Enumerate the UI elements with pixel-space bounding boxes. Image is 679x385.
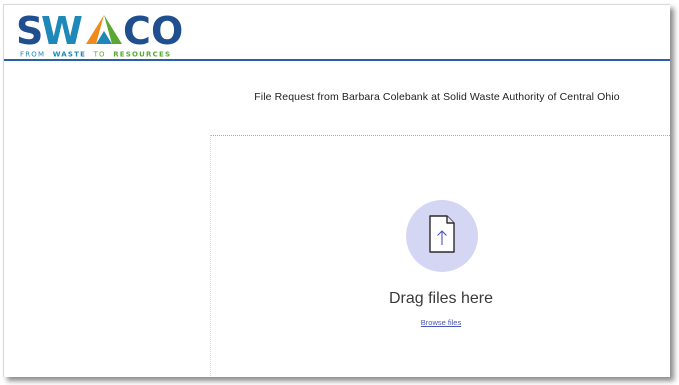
logo-tagline-waste: WASTE xyxy=(53,51,86,59)
file-dropzone[interactable]: Drag files here Browse files xyxy=(210,135,670,377)
upload-icon-circle xyxy=(406,200,478,272)
logo-tagline: FROM WASTE TO RESOURCES xyxy=(20,51,171,59)
logo-letter-c: C xyxy=(123,11,150,53)
logo-tagline-from: FROM xyxy=(20,51,45,59)
logo-tagline-resources: RESOURCES xyxy=(113,51,171,59)
logo-letter-s: S xyxy=(16,11,42,53)
file-upload-icon xyxy=(429,215,455,253)
header: S W C O FROM WASTE TO RESOURCES xyxy=(4,5,670,59)
drag-files-heading: Drag files here xyxy=(388,290,494,307)
swaco-logo: S W C O FROM WASTE TO RESOURCES xyxy=(16,11,202,59)
logo-letter-o: O xyxy=(151,11,182,53)
browse-files-link[interactable]: Browse files xyxy=(421,318,461,327)
swaco-logo-graphic: S W C O FROM WASTE TO RESOURCES xyxy=(16,11,183,59)
logo-letter-w: W xyxy=(41,11,82,53)
header-divider xyxy=(4,59,670,61)
logo-triangle-icon xyxy=(86,15,122,44)
logo-tagline-to: TO xyxy=(93,51,106,59)
page-title: File Request from Barbara Colebank at So… xyxy=(254,91,620,103)
page-frame: S W C O FROM WASTE TO RESOURCES File Req… xyxy=(3,4,670,377)
browse-files-container: Browse files xyxy=(211,318,670,327)
